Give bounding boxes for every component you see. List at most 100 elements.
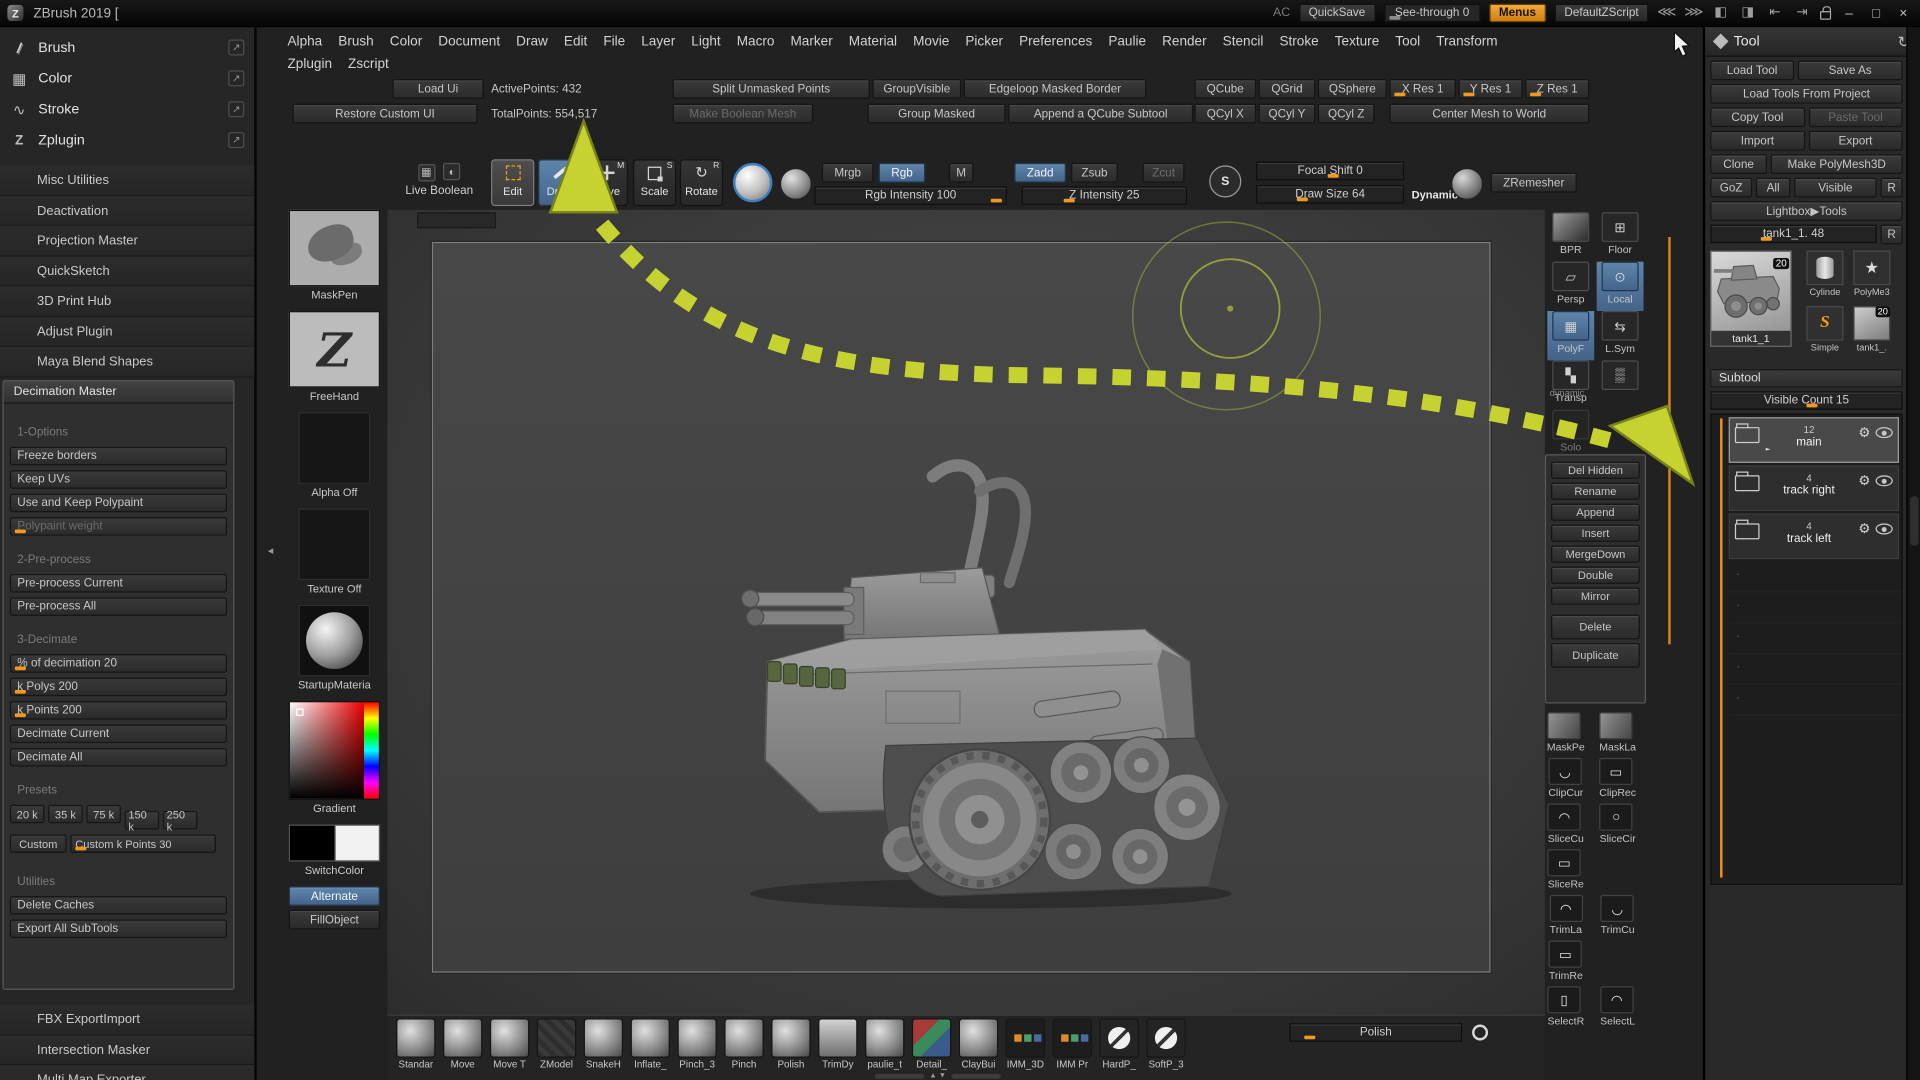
import-button[interactable]: Import bbox=[1710, 130, 1805, 151]
tool-thumbnail[interactable]: Cylinde bbox=[1801, 250, 1848, 307]
external-link-icon[interactable] bbox=[228, 101, 245, 118]
polish-slider[interactable]: Polish bbox=[1289, 1023, 1463, 1042]
menu-item[interactable]: Tool bbox=[1395, 35, 1420, 50]
decimation-item[interactable]: Freeze borders bbox=[9, 446, 228, 466]
tool-r-button[interactable]: R bbox=[1880, 224, 1903, 245]
scroll-arrows-icon[interactable] bbox=[929, 1073, 946, 1080]
brush-preset[interactable]: Move bbox=[439, 1018, 486, 1070]
boolean-mode-icon[interactable] bbox=[443, 162, 461, 181]
menu-item[interactable]: Stroke bbox=[1279, 35, 1318, 50]
edgeloop-masked-border-button[interactable]: Edgeloop Masked Border bbox=[963, 78, 1147, 99]
panel-right-icon[interactable] bbox=[1793, 6, 1812, 20]
center-mesh-to-world-button[interactable]: Center Mesh to World bbox=[1389, 103, 1590, 124]
group-masked-button[interactable]: Group Masked bbox=[867, 103, 1006, 124]
menus-button[interactable]: Menus bbox=[1488, 3, 1546, 23]
qcube-button[interactable]: QCube bbox=[1194, 78, 1257, 99]
material-secondary-icon[interactable] bbox=[779, 167, 812, 200]
menu-item[interactable]: Layer bbox=[641, 35, 675, 50]
qcyl-x-button[interactable]: QCyl X bbox=[1194, 103, 1257, 124]
decimation-master-title[interactable]: Decimation Master bbox=[3, 381, 234, 404]
brush-preset[interactable]: Standar bbox=[392, 1018, 439, 1070]
dynamic-label[interactable]: Dynamic bbox=[1412, 189, 1458, 201]
clone-button[interactable]: Clone bbox=[1710, 154, 1767, 175]
main-color-swatch[interactable] bbox=[288, 824, 336, 862]
minimize-button[interactable] bbox=[1840, 6, 1859, 21]
tool-thumbnail[interactable]: 20 tank1_. bbox=[1848, 306, 1895, 362]
close-button[interactable] bbox=[1894, 6, 1913, 21]
subtool-op-button[interactable]: Insert bbox=[1551, 524, 1640, 542]
external-link-icon[interactable] bbox=[228, 39, 245, 56]
subtool-item[interactable]: 4 track left bbox=[1728, 513, 1899, 560]
menu-item[interactable]: Marker bbox=[791, 35, 833, 50]
decimation-item[interactable]: 150 k bbox=[124, 808, 160, 833]
y-res-slider[interactable]: Y Res 1 bbox=[1458, 78, 1523, 99]
sidebar-palette-item[interactable]: Zplugin bbox=[0, 125, 254, 156]
default-zscript-button[interactable]: DefaultZScript bbox=[1554, 3, 1649, 23]
decimation-item[interactable]: k Points 200 bbox=[9, 701, 228, 720]
decimation-item[interactable]: 250 k bbox=[162, 808, 198, 833]
qsphere-button[interactable]: QSphere bbox=[1317, 78, 1387, 99]
palette-selector[interactable]: Alpha Off bbox=[284, 412, 385, 499]
goz-button[interactable]: GoZ bbox=[1710, 177, 1753, 198]
qcyl-y-button[interactable]: QCyl Y bbox=[1258, 103, 1316, 124]
color-picker[interactable]: Gradient bbox=[284, 701, 385, 815]
subtool-item[interactable]: 12 main bbox=[1728, 417, 1899, 463]
brush-preset[interactable]: TrimDy bbox=[814, 1018, 861, 1070]
gear-icon[interactable] bbox=[1858, 473, 1870, 489]
group-visible-button[interactable]: GroupVisible bbox=[872, 78, 962, 99]
live-boolean-label[interactable]: Live Boolean bbox=[392, 183, 486, 197]
radial-toggle-icon[interactable] bbox=[1472, 1024, 1489, 1041]
menu-item[interactable]: Material bbox=[849, 35, 897, 50]
menu-item[interactable]: Transform bbox=[1436, 35, 1497, 50]
decimation-item[interactable]: Keep UVs bbox=[9, 470, 228, 489]
gear-icon[interactable] bbox=[1858, 521, 1870, 537]
plugin-header[interactable]: QuickSketch bbox=[0, 256, 255, 287]
gradient-picker-icon[interactable] bbox=[288, 701, 381, 800]
save-as-button[interactable]: Save As bbox=[1797, 60, 1903, 81]
visible-count-slider[interactable]: Visible Count 15 bbox=[1710, 391, 1903, 410]
brush-preset[interactable]: IMM Pr bbox=[1049, 1018, 1096, 1070]
plugin-header[interactable]: Misc Utilities bbox=[0, 165, 255, 196]
draw-button[interactable]: Draw bbox=[537, 159, 582, 207]
plugin-header[interactable]: Adjust Plugin bbox=[0, 316, 255, 347]
decimation-item[interactable]: Use and Keep Polypaint bbox=[9, 493, 228, 513]
switch-color[interactable]: SwitchColor bbox=[284, 824, 385, 876]
menu-item[interactable]: Macro bbox=[737, 35, 775, 50]
brush-preset[interactable]: Pinch_3 bbox=[674, 1018, 721, 1070]
decimation-item[interactable]: Utilities bbox=[10, 873, 227, 892]
scroll-bar[interactable] bbox=[875, 1073, 925, 1079]
subtool-item[interactable]: 4 track right bbox=[1728, 465, 1899, 512]
plugin-header[interactable]: FBX ExportImport bbox=[0, 1004, 255, 1035]
decimation-item[interactable]: 3-Decimate bbox=[10, 631, 227, 650]
zsub-button[interactable]: Zsub bbox=[1071, 162, 1118, 183]
menu-item[interactable]: Zplugin bbox=[287, 57, 332, 72]
decimation-item[interactable]: Custom bbox=[9, 834, 67, 853]
eye-icon[interactable] bbox=[1875, 427, 1893, 439]
material-preview-icon[interactable] bbox=[732, 162, 773, 203]
plugin-header[interactable]: Multi Map Exporter bbox=[0, 1065, 255, 1080]
subtool-op-button[interactable]: Duplicate bbox=[1551, 643, 1640, 668]
copy-tool-button[interactable]: Copy Tool bbox=[1710, 107, 1805, 128]
decimation-item[interactable]: 1-Options bbox=[10, 423, 227, 442]
decimation-item[interactable]: Decimate All bbox=[9, 747, 228, 767]
decimation-item[interactable]: 35 k bbox=[48, 804, 83, 824]
menu-item[interactable]: Render bbox=[1162, 35, 1207, 50]
brush-preset[interactable]: Pinch bbox=[721, 1018, 768, 1070]
alternate-button[interactable]: Alternate bbox=[288, 886, 381, 906]
subtool-op-button[interactable]: Rename bbox=[1551, 482, 1640, 500]
brush-preset[interactable]: HardP_ bbox=[1096, 1018, 1143, 1070]
lock-icon[interactable] bbox=[1820, 5, 1832, 20]
decimation-item[interactable]: 75 k bbox=[86, 804, 121, 824]
panel-collapse-arrow-icon[interactable] bbox=[268, 544, 274, 558]
decimation-item[interactable]: 2-Pre-process bbox=[10, 550, 227, 569]
append-qcube-subtool-button[interactable]: Append a QCube Subtool bbox=[1008, 103, 1194, 124]
lightbox-tools-button[interactable]: Lightbox▶Tools bbox=[1710, 201, 1903, 221]
quicksave-button[interactable]: QuickSave bbox=[1298, 3, 1376, 23]
tool-thumbnail[interactable]: Simple bbox=[1801, 306, 1848, 362]
plugin-header[interactable]: Deactivation bbox=[0, 195, 255, 226]
menu-item[interactable]: Preferences bbox=[1019, 35, 1092, 50]
goz-visible-button[interactable]: Visible bbox=[1794, 177, 1877, 198]
brush-preset[interactable]: ClayBui bbox=[955, 1018, 1002, 1070]
divider-adjust-right-icon[interactable] bbox=[1684, 6, 1703, 20]
brush-preset[interactable]: paulie_t bbox=[861, 1018, 908, 1070]
